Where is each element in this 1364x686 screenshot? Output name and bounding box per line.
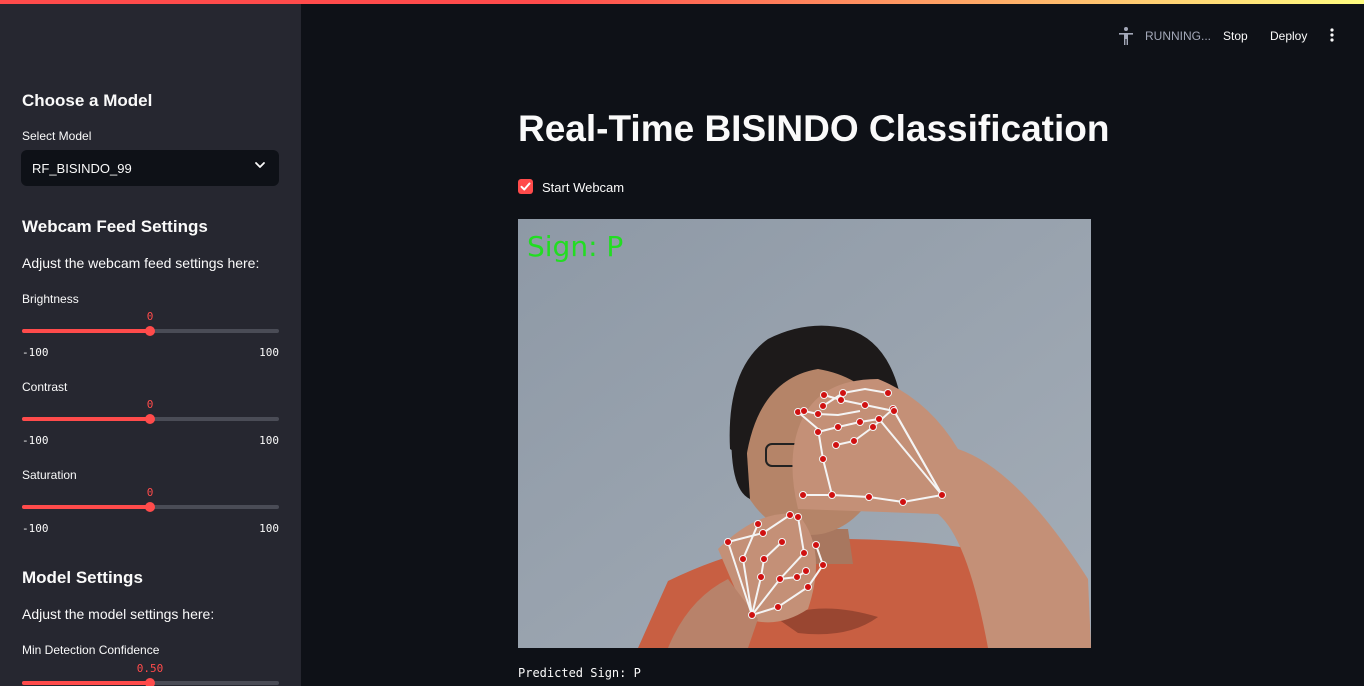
slider-thumb[interactable] bbox=[145, 502, 155, 512]
select-model-label: Select Model bbox=[22, 129, 92, 143]
choose-model-heading: Choose a Model bbox=[22, 91, 153, 110]
page-title: Real-Time BISINDO Classification bbox=[518, 108, 1110, 149]
brightness-label: Brightness bbox=[22, 292, 79, 306]
saturation-value: 0 bbox=[146, 486, 154, 499]
min-detection-slider[interactable] bbox=[22, 676, 279, 686]
brightness-slider[interactable] bbox=[22, 324, 279, 336]
contrast-slider[interactable] bbox=[22, 412, 279, 424]
brightness-min: -100 bbox=[22, 346, 49, 359]
brightness-max: 100 bbox=[259, 346, 279, 359]
slider-thumb[interactable] bbox=[145, 678, 155, 686]
slider-fill bbox=[22, 681, 150, 685]
predicted-sign-text: Predicted Sign: P bbox=[518, 666, 641, 680]
more-vertical-icon[interactable] bbox=[1325, 27, 1339, 43]
contrast-label: Contrast bbox=[22, 380, 68, 394]
slider-thumb[interactable] bbox=[145, 326, 155, 336]
model-select[interactable]: RF_BISINDO_99 bbox=[21, 150, 279, 186]
slider-fill bbox=[22, 505, 150, 509]
webcam-feed: Sign: P bbox=[518, 219, 1091, 648]
chevron-down-icon bbox=[255, 162, 265, 168]
saturation-label: Saturation bbox=[22, 468, 77, 482]
brightness-value: 0 bbox=[146, 310, 154, 323]
saturation-min: -100 bbox=[22, 522, 49, 535]
slider-fill bbox=[22, 329, 150, 333]
webcam-settings-heading: Webcam Feed Settings bbox=[22, 217, 208, 236]
sidebar: Choose a Model Select Model RF_BISINDO_9… bbox=[0, 4, 301, 686]
start-webcam-label[interactable]: Start Webcam bbox=[542, 180, 624, 195]
saturation-max: 100 bbox=[259, 522, 279, 535]
model-settings-description: Adjust the model settings here: bbox=[22, 606, 215, 622]
contrast-value: 0 bbox=[146, 398, 154, 411]
webcam-settings-description: Adjust the webcam feed settings here: bbox=[22, 255, 260, 271]
webcam-sign-overlay: Sign: P bbox=[527, 230, 623, 263]
webcam-frame: Sign: P bbox=[518, 219, 1091, 648]
model-settings-heading: Model Settings bbox=[22, 568, 143, 587]
start-webcam-checkbox[interactable] bbox=[518, 179, 533, 194]
saturation-slider[interactable] bbox=[22, 500, 279, 512]
running-person-icon bbox=[1119, 27, 1133, 45]
slider-thumb[interactable] bbox=[145, 414, 155, 424]
check-icon bbox=[520, 182, 531, 191]
stop-button[interactable]: Stop bbox=[1223, 29, 1248, 43]
slider-fill bbox=[22, 417, 150, 421]
model-select-value: RF_BISINDO_99 bbox=[32, 161, 132, 176]
deploy-button[interactable]: Deploy bbox=[1270, 29, 1307, 43]
contrast-max: 100 bbox=[259, 434, 279, 447]
min-detection-value: 0.50 bbox=[136, 662, 164, 675]
min-detection-label: Min Detection Confidence bbox=[22, 643, 160, 657]
contrast-min: -100 bbox=[22, 434, 49, 447]
running-status: RUNNING... bbox=[1145, 29, 1211, 43]
